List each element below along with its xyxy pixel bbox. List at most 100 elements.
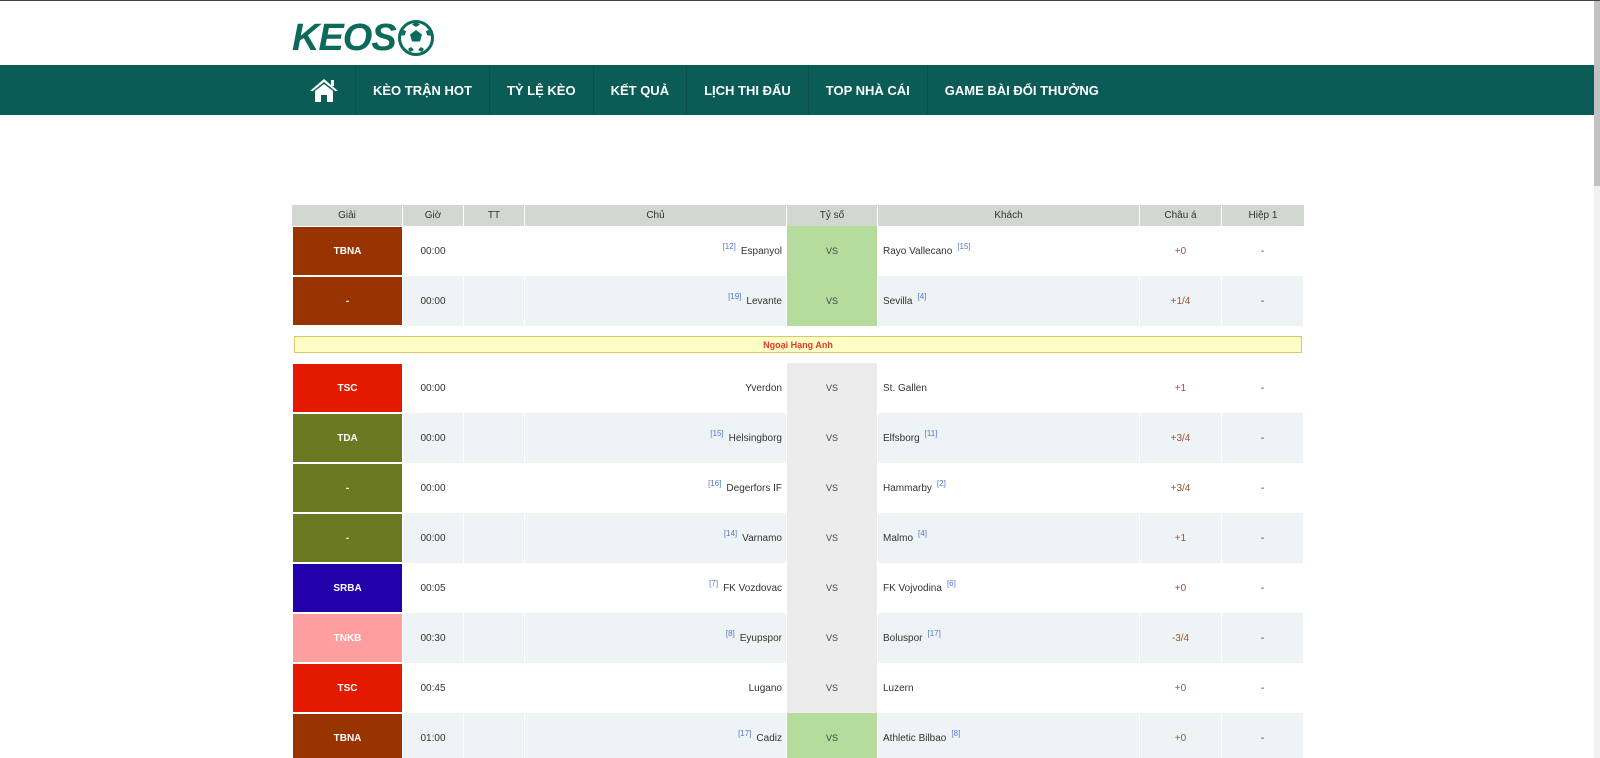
score-cell[interactable]: VS [787,663,878,713]
away-team[interactable]: Athletic Bilbao [883,733,946,744]
match-status [464,713,525,758]
away-team-cell: FK Vojvodina [6] [878,563,1140,613]
table-row[interactable]: TNKB 00:30 [8] Eyupspor VS Boluspor [17]… [292,613,1304,663]
match-time: 00:00 [403,276,464,326]
site-logo[interactable]: KEOS [292,19,434,57]
nav-item-ty-le-keo[interactable]: TỶ LỆ KÈO [490,65,594,115]
nav-item-ket-qua[interactable]: KẾT QUẢ [594,65,688,115]
section-banner: Ngoại Hạng Anh [294,336,1302,353]
league-badge[interactable]: TSC [292,663,403,713]
home-team[interactable]: Espanyol [741,246,782,257]
away-team[interactable]: Hammarby [883,483,932,494]
league-badge[interactable]: - [292,463,403,513]
half1-odds: - [1222,413,1304,463]
scrollbar-thumb[interactable] [1594,1,1600,186]
score-cell[interactable]: VS [787,513,878,563]
home-rank: [17] [738,728,752,738]
league-badge[interactable]: TNKB [292,613,403,663]
match-time: 00:00 [403,413,464,463]
league-badge[interactable]: - [292,513,403,563]
table-row[interactable]: - 00:00 [16] Degerfors IF VS Hammarby [2… [292,463,1304,513]
score-cell[interactable]: VS [787,713,878,758]
away-team[interactable]: Luzern [883,683,914,694]
match-status [464,226,525,276]
match-status [464,613,525,663]
col-header-away: Khách [878,205,1140,226]
score-cell[interactable]: VS [787,413,878,463]
home-team[interactable]: Levante [746,296,782,307]
away-team[interactable]: Sevilla [883,296,912,307]
match-time: 00:00 [403,363,464,413]
score-cell[interactable]: VS [787,276,878,326]
handicap-odds[interactable]: +3/4 [1140,413,1222,463]
away-rank: [8] [951,728,961,738]
away-team[interactable]: Malmo [883,533,913,544]
match-time: 00:05 [403,563,464,613]
away-team-cell: Luzern [878,663,1140,713]
handicap-odds[interactable]: +1 [1140,363,1222,413]
away-rank: [6] [946,578,956,588]
league-badge[interactable]: TSC [292,363,403,413]
table-row[interactable]: - 00:00 [14] Varnamo VS Malmo [4] +1 - [292,513,1304,563]
away-team[interactable]: FK Vojvodina [883,583,942,594]
handicap-odds[interactable]: -3/4 [1140,613,1222,663]
handicap-odds[interactable]: +0 [1140,663,1222,713]
score-cell[interactable]: VS [787,363,878,413]
home-team-cell: [12] Espanyol [525,226,787,276]
scrollbar-track[interactable] [1594,1,1600,758]
home-team-cell: [16] Degerfors IF [525,463,787,513]
home-rank: [16] [708,478,722,488]
score-cell[interactable]: VS [787,463,878,513]
league-badge[interactable]: TBNA [292,226,403,276]
table-row[interactable]: - 00:00 [19] Levante VS Sevilla [4] +1/4… [292,276,1304,326]
table-row[interactable]: TSC 00:45 Lugano VS Luzern +0 - [292,663,1304,713]
handicap-odds[interactable]: +3/4 [1140,463,1222,513]
away-team[interactable]: Rayo Vallecano [883,246,952,257]
home-team[interactable]: Cadiz [756,733,782,744]
home-team[interactable]: FK Vozdovac [723,583,782,594]
score-cell[interactable]: VS [787,613,878,663]
away-team[interactable]: Elfsborg [883,433,920,444]
home-team[interactable]: Eyupspor [740,633,782,644]
handicap-odds[interactable]: +0 [1140,226,1222,276]
league-badge[interactable]: SRBA [292,563,403,613]
league-badge[interactable]: TDA [292,413,403,463]
nav-home-button[interactable] [292,65,356,115]
league-badge[interactable]: - [292,276,403,326]
away-rank: [15] [957,241,971,251]
nav-item-lich-thi-dau[interactable]: LỊCH THI ĐẤU [687,65,809,115]
home-team[interactable]: Varnamo [742,533,782,544]
home-rank: [19] [728,291,742,301]
league-badge[interactable]: TBNA [292,713,403,758]
table-row[interactable]: TSC 00:00 Yverdon VS St. Gallen +1 - [292,363,1304,413]
table-row[interactable]: TDA 00:00 [15] Helsingborg VS Elfsborg [… [292,413,1304,463]
handicap-odds[interactable]: +0 [1140,563,1222,613]
table-row[interactable]: SRBA 00:05 [7] FK Vozdovac VS FK Vojvodi… [292,563,1304,613]
home-rank: [7] [709,578,719,588]
table-row[interactable]: TBNA 00:00 [12] Espanyol VS Rayo Valleca… [292,226,1304,276]
score-cell[interactable]: VS [787,563,878,613]
away-team[interactable]: St. Gallen [883,383,927,394]
nav-item-game-bai[interactable]: GAME BÀI ĐỔI THƯỞNG [928,65,1116,115]
away-team-cell: Malmo [4] [878,513,1140,563]
away-team[interactable]: Boluspor [883,633,922,644]
home-team[interactable]: Helsingborg [729,433,782,444]
match-status [464,363,525,413]
nav-item-top-nha-cai[interactable]: TOP NHÀ CÁI [809,65,928,115]
nav-item-keo-tran-hot[interactable]: KÈO TRẬN HOT [356,65,490,115]
home-team[interactable]: Lugano [749,683,782,694]
handicap-odds[interactable]: +1 [1140,513,1222,563]
score-cell[interactable]: VS [787,226,878,276]
home-team-cell: [7] FK Vozdovac [525,563,787,613]
handicap-odds[interactable]: +1/4 [1140,276,1222,326]
home-team[interactable]: Yverdon [745,383,782,394]
away-rank: [17] [927,628,941,638]
home-team[interactable]: Degerfors IF [726,483,782,494]
col-header-league: Giải [292,205,403,226]
table-row[interactable]: TBNA 01:00 [17] Cadiz VS Athletic Bilbao… [292,713,1304,758]
half1-odds: - [1222,613,1304,663]
home-team-cell: [14] Varnamo [525,513,787,563]
match-status [464,413,525,463]
col-header-home: Chủ [525,205,787,226]
handicap-odds[interactable]: +0 [1140,713,1222,758]
